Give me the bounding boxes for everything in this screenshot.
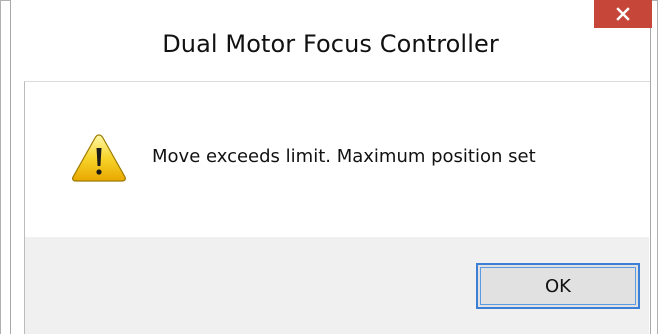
window-frame-left	[0, 0, 11, 334]
dialog-content: Move exceeds limit. Maximum position set…	[24, 81, 650, 334]
button-area: OK	[25, 237, 649, 334]
close-icon	[616, 7, 630, 21]
ok-button[interactable]: OK	[476, 263, 640, 309]
close-button[interactable]	[594, 0, 652, 28]
message-dialog: Dual Motor Focus Controller Move exceeds…	[0, 0, 658, 334]
warning-icon	[71, 133, 127, 183]
title-bar[interactable]: Dual Motor Focus Controller	[11, 0, 652, 81]
window-title: Dual Motor Focus Controller	[162, 30, 499, 58]
window-border-left	[0, 0, 1, 334]
message-text: Move exceeds limit. Maximum position set	[152, 146, 536, 167]
ok-button-label: OK	[545, 275, 571, 297]
